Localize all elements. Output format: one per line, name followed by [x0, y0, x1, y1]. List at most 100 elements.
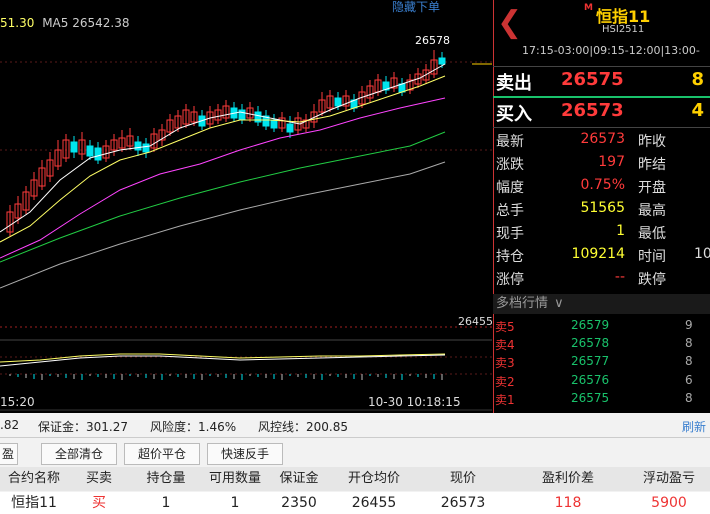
depth-price: 26575 [571, 390, 610, 405]
double-chevron-down-icon[interactable]: ∨ [554, 296, 564, 311]
quote-label: 最高 [638, 203, 666, 219]
table-cell[interactable]: 26573 [418, 492, 509, 514]
ma5-label: MA5 26542.38 [42, 16, 130, 30]
sell-price: 26575 [561, 69, 624, 90]
margin-text: 保证金：301.27 [38, 420, 128, 434]
candle-body [334, 97, 342, 107]
position-price-marker: 26455 [458, 315, 493, 328]
divider [0, 437, 710, 438]
risk-text: 风险度：1.46% [150, 420, 237, 434]
contract-marker: M [584, 3, 593, 13]
quote-label: 涨跌 [496, 157, 524, 173]
time-axis-cursor: 10-30 10:18:15 [368, 395, 461, 409]
trade-panel: .82 保证金：301.27 风险度：1.46% 风控线：200.85 刷新 盈… [0, 413, 710, 514]
quote-label: 开盘 [638, 180, 666, 196]
quote-label: 时间 [638, 249, 666, 265]
candle-body [134, 141, 142, 151]
quote-divider [493, 127, 710, 128]
table-cell[interactable]: 恒指11 [0, 492, 69, 514]
chevron-left-icon[interactable]: ❮ [497, 8, 522, 38]
buy-row[interactable]: 买入 26573 4 [493, 98, 710, 126]
table-cell[interactable]: 26455 [330, 492, 419, 514]
peak-price-label: 26578 [415, 34, 450, 47]
ma20-line [0, 97, 446, 259]
account-partial: .82 [0, 418, 20, 432]
depth-label: 卖3 [495, 356, 515, 371]
depth-label: 卖5 [495, 320, 515, 334]
table-header[interactable]: 开仓均价 [330, 467, 419, 491]
candle-body [70, 141, 78, 153]
table-header[interactable]: 持仓量 [130, 467, 203, 491]
depth-label: 卖2 [495, 374, 515, 389]
smart-close-button[interactable]: 超价平仓 [124, 443, 200, 465]
quote-label: 幅度 [496, 180, 524, 196]
depth-volume: 9 [685, 318, 693, 332]
depth-volume: 8 [685, 336, 693, 351]
candle-body [142, 143, 150, 153]
close-profit-button[interactable]: 盈 [0, 443, 18, 465]
buy-price: 26573 [561, 100, 624, 121]
reverse-button[interactable]: 快速反手 [207, 443, 283, 465]
sell-label: 卖出 [496, 73, 532, 94]
quote-value: 109214 [571, 246, 625, 262]
refresh-link[interactable]: 刷新 [682, 418, 706, 435]
depth-volume: 8 [685, 354, 693, 369]
quote-value: 197 [598, 154, 625, 170]
indicator-line [0, 353, 446, 363]
contract-code: HSI2511 [602, 24, 645, 35]
quote-label: 跌停 [638, 272, 666, 288]
depth-label: 卖1 [495, 392, 515, 407]
candle-body [86, 145, 94, 157]
table-cell[interactable]: 2350 [268, 492, 331, 514]
kline-chart[interactable] [0, 0, 492, 413]
quote-label: 总手 [496, 203, 524, 219]
depth-price: 26578 [571, 336, 610, 351]
quote-label: 持仓 [496, 249, 524, 265]
hide-order-link[interactable]: 隐藏下单 [392, 0, 440, 15]
table-header[interactable]: 浮动盈亏 [628, 467, 710, 491]
buy-label: 买入 [496, 104, 532, 125]
table-header[interactable]: 盈利价差 [508, 467, 629, 491]
depth-volume: 6 [685, 372, 693, 387]
quote-value: 51565 [580, 200, 625, 216]
depth-label: 卖4 [495, 338, 515, 353]
quote-value: 0.75% [580, 177, 625, 193]
ma40-line [0, 131, 446, 263]
candle-body [286, 123, 294, 133]
quote-label: 最新 [496, 134, 524, 150]
table-header[interactable]: 保证金 [268, 467, 331, 491]
risk-line-text: 风控线：200.85 [258, 420, 348, 434]
ma-partial-value: 51.30 [0, 16, 35, 30]
quote-label: 涨停 [496, 272, 524, 288]
quote-label: 昨结 [638, 157, 666, 173]
quote-label: 现手 [496, 226, 524, 242]
candle-body [238, 109, 246, 121]
sell-volume: 8 [691, 69, 704, 90]
table-header[interactable]: 买卖 [68, 467, 131, 491]
table-cell[interactable]: 5900 [628, 492, 710, 514]
table-header[interactable]: 合约名称 [0, 467, 69, 491]
trading-sessions: 17:15-03:00|09:15-12:00|13:00- [522, 44, 700, 57]
quote-label: 最低 [638, 226, 666, 242]
table-cell[interactable]: 买 [68, 492, 131, 514]
depth-header-label: 多档行情 [496, 296, 549, 311]
close-all-button[interactable]: 全部清仓 [41, 443, 117, 465]
table-cell[interactable]: 1 [202, 492, 269, 514]
kline-chart-area[interactable]: 51.30 MA5 26542.38 隐藏下单 26578 26455 15:2… [0, 0, 493, 413]
table-cell[interactable]: 118 [508, 492, 629, 514]
depth-price: 26577 [571, 354, 610, 369]
candle-body [94, 147, 102, 161]
buy-volume: 4 [691, 100, 704, 121]
table-cell[interactable]: 1 [130, 492, 203, 514]
quote-value: 1 [616, 223, 625, 239]
depth-header[interactable]: 多档行情 ∨ [493, 294, 710, 314]
quote-value: 10 [694, 246, 710, 262]
depth-volume: 8 [685, 390, 693, 405]
ma10-line [0, 75, 446, 243]
table-header[interactable]: 可用数量 [202, 467, 269, 491]
depth-price: 26576 [571, 372, 610, 387]
sell-row[interactable]: 卖出 26575 8 [493, 66, 710, 95]
table-header[interactable]: 现价 [418, 467, 509, 491]
ma-legend: 51.30 MA5 26542.38 [0, 16, 129, 30]
depth-price: 26579 [571, 318, 610, 332]
